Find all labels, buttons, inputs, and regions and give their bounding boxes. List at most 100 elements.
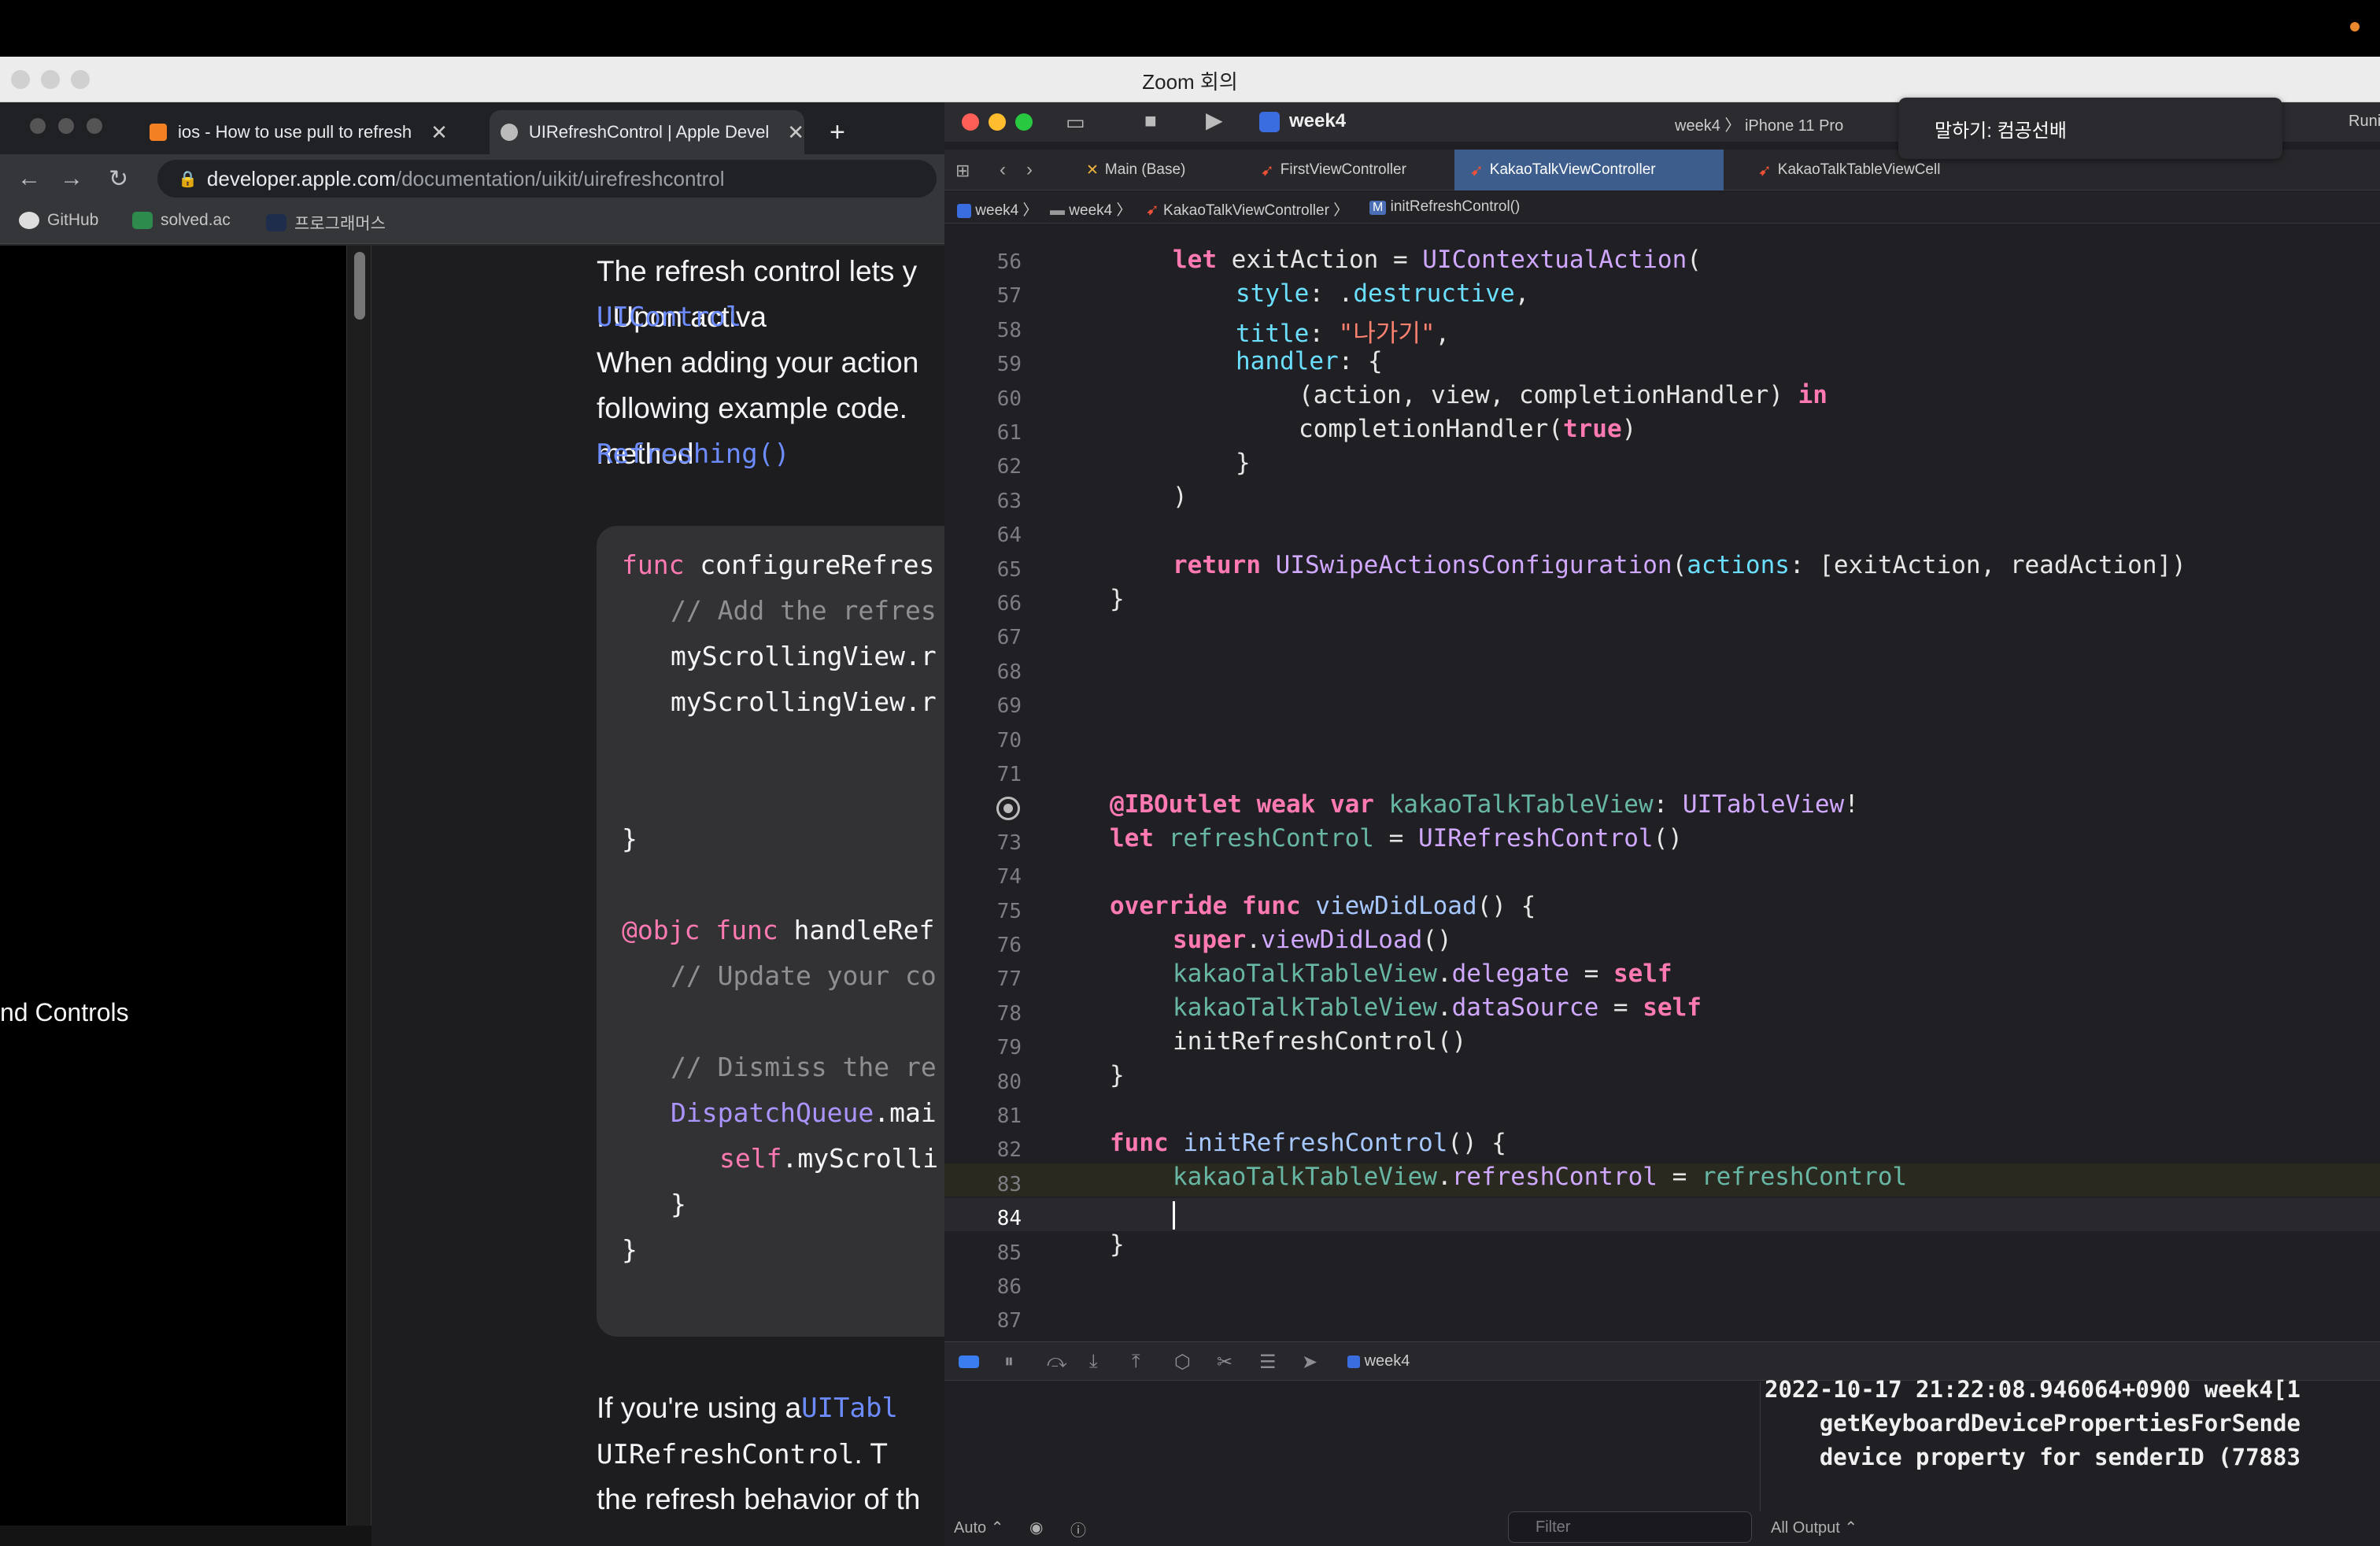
- jumpbar-project[interactable]: week4 〉: [957, 198, 1037, 220]
- project-name[interactable]: week4: [1289, 110, 1346, 132]
- uicontrol-link[interactable]: UIControl: [597, 294, 741, 340]
- line-number: 62: [996, 455, 1022, 479]
- url-host: developer.apple.com: [206, 166, 396, 190]
- forward-arrow-icon[interactable]: →: [60, 165, 83, 192]
- memory-graph-icon[interactable]: ✂: [1217, 1351, 1232, 1374]
- close-tab-icon[interactable]: ✕: [787, 120, 804, 145]
- doc-sidebar: [0, 246, 371, 1546]
- back-icon[interactable]: ‹: [1000, 159, 1006, 181]
- step-out-icon[interactable]: ⤒: [1132, 1351, 1140, 1373]
- line-number: 67: [996, 626, 1022, 650]
- back-arrow-icon[interactable]: ←: [17, 165, 41, 192]
- browser-tab-stackoverflow[interactable]: ios - How to use pull to refresh ✕: [150, 110, 464, 154]
- project-icon: [957, 203, 971, 218]
- uitableview-link[interactable]: UITabl: [801, 1385, 898, 1431]
- jumpbar-label: week4: [1069, 202, 1113, 219]
- code-line: let exitAction = UIContextualAction(: [1173, 246, 1702, 274]
- console-line: device property for senderID (77883: [1765, 1444, 2301, 1470]
- sidebar-item-controls[interactable]: nd Controls: [0, 998, 129, 1027]
- bookmark-github[interactable]: GitHub: [19, 211, 98, 230]
- method-icon: M: [1369, 201, 1387, 215]
- close-tab-icon[interactable]: ✕: [431, 120, 448, 145]
- xcode-zoom-button[interactable]: [1015, 113, 1033, 131]
- sidebar-scroll-thumb[interactable]: [354, 252, 365, 320]
- code-line: (action, view, completionHandler) in: [1299, 381, 1828, 409]
- line-number: 63: [996, 489, 1022, 513]
- step-over-icon[interactable]: ⤼: [1047, 1351, 1067, 1373]
- lock-icon: 🔒: [178, 170, 198, 188]
- scheme-name: week4: [1675, 117, 1720, 135]
- menu-bar: [0, 0, 2380, 57]
- code-line: func configureRefres: [622, 549, 934, 580]
- reload-icon[interactable]: ↻: [109, 165, 128, 193]
- tab-first-view-controller[interactable]: ➹ FirstViewController: [1245, 150, 1422, 190]
- scheme-selector[interactable]: week4 〉 iPhone 11 Pro: [1675, 113, 1843, 135]
- run-icon[interactable]: ▶: [1206, 107, 1223, 133]
- console-line: getKeyboardDevicePropertiesForSende: [1765, 1410, 2301, 1437]
- xcode-close-button[interactable]: [962, 113, 979, 131]
- eye-icon[interactable]: ◉: [1029, 1518, 1043, 1537]
- swift-icon: ➹: [1470, 161, 1484, 179]
- line-number: 77: [996, 967, 1022, 992]
- grid-icon[interactable]: ⊞: [955, 161, 970, 181]
- tab-kakaotalk-view-controller[interactable]: ➹ KakaoTalkViewController: [1454, 150, 1724, 190]
- code-line: }: [1236, 449, 1251, 477]
- line-number: 87: [996, 1309, 1022, 1333]
- browser-maximize-button[interactable]: [87, 118, 102, 134]
- code-line: handler: {: [1236, 347, 1383, 375]
- endrefreshing-link[interactable]: Refreshing(): [597, 431, 790, 477]
- code-line: ): [1173, 483, 1188, 511]
- code-line: }: [622, 1234, 638, 1265]
- bookmark-programmers[interactable]: 프로그래머스: [266, 211, 386, 235]
- pause-icon[interactable]: ⏸: [1004, 1351, 1014, 1373]
- all-output-selector[interactable]: All Output ⌃: [1771, 1518, 1857, 1537]
- bookmark-solvedac[interactable]: solved.ac: [132, 211, 231, 230]
- jumpbar-folder[interactable]: ▬ week4 〉: [1050, 198, 1131, 220]
- doc-text: . T: [854, 1437, 889, 1470]
- doc-paragraph-line: UIRefreshControl. T: [597, 1431, 888, 1478]
- line-number: 73: [996, 830, 1022, 855]
- code-line: kakaoTalkTableView.dataSource = self: [1173, 993, 1702, 1022]
- stop-icon[interactable]: ■: [1144, 109, 1157, 133]
- code-line: return UISwipeActionsConfiguration(actio…: [1173, 551, 2186, 579]
- run-status: Runi: [2349, 113, 2380, 130]
- current-line-highlight: [944, 1198, 2380, 1231]
- text-cursor: [1173, 1201, 1175, 1230]
- forward-icon[interactable]: ›: [1026, 159, 1033, 181]
- environment-icon[interactable]: ☰: [1259, 1351, 1277, 1374]
- tab-label: Main (Base): [1104, 161, 1186, 178]
- location-icon[interactable]: ➤: [1302, 1351, 1318, 1374]
- browser-tab-apple[interactable]: UIRefreshControl | Apple Devel ✕: [490, 110, 804, 154]
- line-number: 83: [996, 1172, 1022, 1196]
- doc-text: If you're using a: [597, 1392, 802, 1424]
- jumpbar-label: initRefreshControl(): [1390, 198, 1521, 215]
- new-tab-button[interactable]: +: [830, 110, 845, 154]
- zoom-speaking-indicator: 말하기: 컴공선배: [1898, 98, 2282, 159]
- debug-target[interactable]: week4: [1347, 1352, 1410, 1370]
- xcode-minimize-button[interactable]: [989, 113, 1006, 131]
- code-line: @IBOutlet weak var kakaoTalkTableView: U…: [1110, 790, 1859, 819]
- navigator-toggle-icon[interactable]: ▭: [1066, 110, 1085, 135]
- info-icon[interactable]: ⓘ: [1070, 1518, 1086, 1540]
- sidebar-scrollbar[interactable]: [346, 246, 371, 1529]
- jumpbar-file[interactable]: ➹ KakaoTalkViewController 〉: [1146, 198, 1348, 220]
- auto-variables-selector[interactable]: Auto ⌃: [954, 1518, 1003, 1537]
- code-line: initRefreshControl(): [1173, 1027, 1467, 1056]
- outlet-connection-icon[interactable]: [996, 797, 1020, 820]
- url-path: /documentation/uikit/uirefreshcontrol: [395, 166, 725, 190]
- doc-paragraph-line: UIControl. Upon activa: [597, 294, 767, 340]
- step-into-icon[interactable]: ⤓: [1089, 1351, 1098, 1373]
- bookmark-label: solved.ac: [161, 211, 231, 229]
- filter-input[interactable]: Filter: [1508, 1511, 1752, 1543]
- swift-icon: ➹: [1758, 161, 1772, 179]
- doc-paragraph-line: the refresh behavior of th: [597, 1483, 921, 1515]
- browser-close-button[interactable]: [30, 118, 46, 134]
- address-bar[interactable]: 🔒 developer.apple.com/documentation/uiki…: [157, 160, 937, 198]
- browser-minimize-button[interactable]: [58, 118, 74, 134]
- console-toggle-icon[interactable]: [959, 1356, 979, 1368]
- view-hierarchy-icon[interactable]: ⬡: [1174, 1351, 1191, 1374]
- tab-label: UIRefreshControl | Apple Devel: [528, 122, 769, 142]
- tab-main-storyboard[interactable]: ✕ Main (Base): [1070, 150, 1201, 190]
- sidebar-horizontal-scrollbar[interactable]: [0, 1526, 371, 1546]
- jumpbar-method[interactable]: M initRefreshControl(): [1369, 198, 1520, 216]
